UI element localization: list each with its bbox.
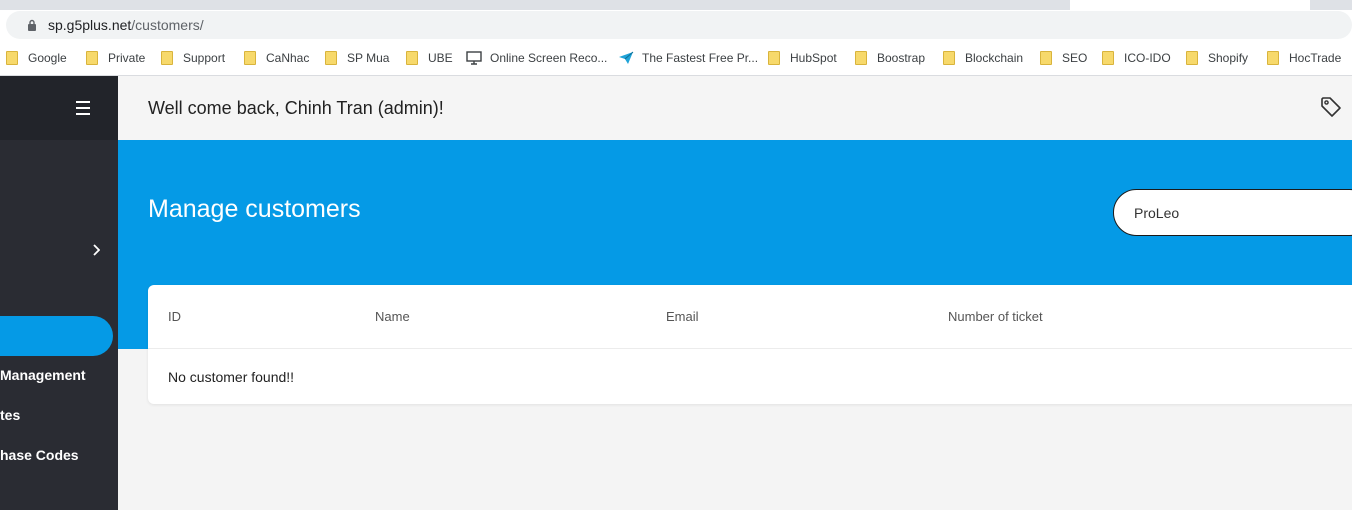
bookmark-hubspot[interactable]: HubSpot xyxy=(768,49,837,67)
bookmark-shopify[interactable]: Shopify xyxy=(1186,49,1248,67)
folder-icon xyxy=(768,51,780,65)
bookmark-label: UBE xyxy=(428,51,453,65)
folder-icon xyxy=(244,51,256,65)
bookmark-seo[interactable]: SEO xyxy=(1040,49,1087,67)
bookmark-label: ICO-IDO xyxy=(1124,51,1171,65)
column-header-id[interactable]: ID xyxy=(168,309,181,324)
tag-icon[interactable] xyxy=(1320,96,1342,118)
bookmark-online-screen[interactable]: Online Screen Reco... xyxy=(466,49,607,67)
folder-icon xyxy=(325,51,337,65)
bookmark-label: SP Mua xyxy=(347,51,390,65)
folder-icon xyxy=(1186,51,1198,65)
empty-state-message: No customer found!! xyxy=(168,369,295,385)
search-input[interactable] xyxy=(1113,189,1352,236)
sidebar-item-purchase-codes[interactable]: hase Codes xyxy=(0,447,79,463)
hamburger-menu-icon[interactable] xyxy=(76,101,90,115)
column-header-name[interactable]: Name xyxy=(375,309,410,324)
bookmark-ube[interactable]: UBE xyxy=(406,49,453,67)
folder-icon xyxy=(406,51,418,65)
bookmark-label: Support xyxy=(183,51,226,65)
top-bar: Well come back, Chinh Tran (admin)! xyxy=(118,76,1352,140)
chevron-right-icon[interactable] xyxy=(92,244,100,256)
paper-plane-icon xyxy=(619,51,634,64)
sidebar: Management tes hase Codes xyxy=(0,76,118,510)
url-text: sp.g5plus.net/customers/ xyxy=(48,17,204,33)
bookmark-label: Private xyxy=(108,51,146,65)
bookmark-label: CaNhac xyxy=(266,51,310,65)
bookmark-ico-ido[interactable]: ICO-IDO xyxy=(1102,49,1171,67)
bookmark-boostrap[interactable]: Boostrap xyxy=(855,49,925,67)
sidebar-item-active[interactable] xyxy=(0,316,113,356)
bookmark-label: Boostrap xyxy=(877,51,926,65)
url-path: /customers/ xyxy=(131,17,204,33)
folder-icon xyxy=(1102,51,1114,65)
bookmark-label: The Fastest Free Pr... xyxy=(642,51,759,65)
sidebar-item-management[interactable]: Management xyxy=(0,367,86,383)
table-header: ID Name Email Number of ticket xyxy=(148,285,1352,349)
column-header-email[interactable]: Email xyxy=(666,309,699,324)
bookmark-label: Google xyxy=(28,51,67,65)
page-title: Manage customers xyxy=(148,195,361,223)
sidebar-item-tes[interactable]: tes xyxy=(0,407,20,423)
bookmark-blockchain[interactable]: Blockchain xyxy=(943,49,1023,67)
bookmark-google[interactable]: Google xyxy=(6,49,67,67)
address-bar: sp.g5plus.net/customers/ xyxy=(0,10,1352,40)
folder-icon xyxy=(943,51,955,65)
url-host: sp.g5plus.net xyxy=(48,17,132,33)
bookmarks-bar: Google Private Support CaNhac SP Mua UBE… xyxy=(0,40,1352,76)
bookmark-fastest-free[interactable]: The Fastest Free Pr... xyxy=(618,49,758,67)
folder-icon xyxy=(1040,51,1052,65)
folder-icon xyxy=(1267,51,1279,65)
bookmark-label: Online Screen Reco... xyxy=(490,51,608,65)
folder-icon xyxy=(855,51,867,65)
bookmark-label: HubSpot xyxy=(790,51,837,65)
bookmark-sp-mua[interactable]: SP Mua xyxy=(325,49,389,67)
bookmark-canhac[interactable]: CaNhac xyxy=(244,49,309,67)
welcome-message: Well come back, Chinh Tran (admin)! xyxy=(148,98,444,118)
bookmark-label: Shopify xyxy=(1208,51,1249,65)
folder-icon xyxy=(6,51,18,65)
lock-icon xyxy=(28,19,36,31)
column-header-tickets[interactable]: Number of ticket xyxy=(948,309,1043,324)
url-field[interactable]: sp.g5plus.net/customers/ xyxy=(6,11,1352,39)
sidebar-header xyxy=(0,76,118,140)
customers-table: ID Name Email Number of ticket No custom… xyxy=(148,285,1352,404)
active-tab-edge[interactable] xyxy=(1070,0,1310,10)
bookmark-hoctrade[interactable]: HocTrade xyxy=(1267,49,1341,67)
monitor-icon xyxy=(466,51,482,65)
bookmark-label: SEO xyxy=(1062,51,1088,65)
bookmark-label: HocTrade xyxy=(1289,51,1342,65)
bookmark-private[interactable]: Private xyxy=(86,49,145,67)
folder-icon xyxy=(161,51,173,65)
browser-tab-strip xyxy=(0,0,1352,10)
folder-icon xyxy=(86,51,98,65)
bookmark-label: Blockchain xyxy=(965,51,1024,65)
bookmark-support[interactable]: Support xyxy=(161,49,225,67)
